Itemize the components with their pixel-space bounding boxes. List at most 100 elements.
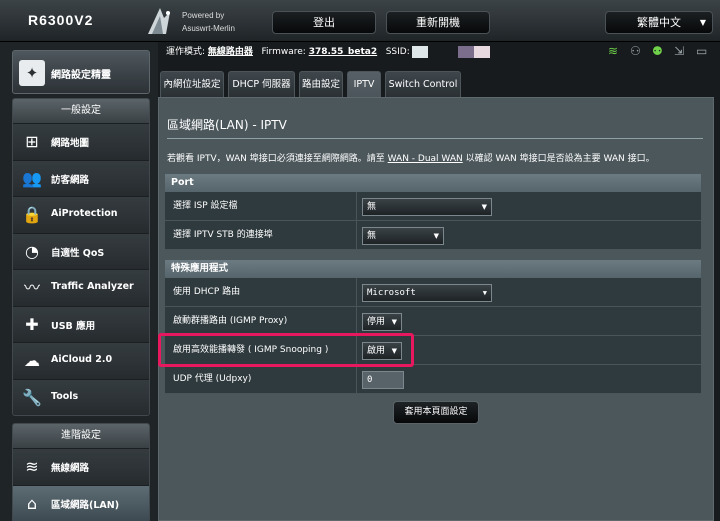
isp-profile-select[interactable]: 無 ▼ [362, 198, 492, 216]
network-map-icon: ⊞ [25, 132, 39, 151]
clients-icon[interactable]: ⚇ [630, 44, 641, 58]
printer-status-icon[interactable]: ▭ [696, 44, 707, 58]
usb-puzzle-icon: ✚ [25, 314, 39, 334]
wrench-icon: 🔧 [22, 387, 42, 407]
sidebar-item-lan[interactable]: ⌂ 區域網路(LAN) [13, 484, 149, 521]
dhcp-routes-label: 使用 DHCP 路由 [165, 278, 357, 306]
page-title: 區域網路(LAN) - IPTV [167, 118, 287, 132]
udpxy-label: UDP 代理 (Udpxy) [165, 365, 357, 393]
select-arrow-icon: ▼ [482, 289, 487, 297]
qos-gauge-icon: ◔ [25, 241, 39, 261]
ssid-label: SSID: [385, 47, 410, 57]
sidebar-item-network-map[interactable]: ⊞ 網路地圖 [13, 123, 149, 160]
special-apps-section-header: 特殊應用程式 [165, 260, 701, 278]
content-panel: 區域網路(LAN) - IPTV 若觀看 IPTV，WAN 埠接口必須連接至網際… [158, 97, 714, 521]
dhcp-routes-row: 使用 DHCP 路由 Microsoft ▼ [165, 278, 701, 307]
desc-suffix: 以確認 WAN 埠接口是否設為主要 WAN 接口。 [465, 154, 655, 164]
stb-port-value: 無 [367, 231, 377, 241]
select-arrow-icon: ▼ [481, 203, 487, 211]
stb-port-row: 選擇 IPTV STB 的連接埠 無 ▼ [165, 221, 701, 250]
sidebar-item-label: 網路地圖 [51, 138, 90, 149]
igmp-proxy-row: 啟動群播路由 (IGMP Proxy) 停用 ▼ [165, 307, 701, 336]
quick-setup-label: 網路設定精靈 [51, 70, 111, 81]
op-mode-label: 運作模式: [166, 47, 206, 57]
chevron-down-icon: ▼ [699, 18, 706, 27]
reboot-button[interactable]: 重新開機 [386, 11, 490, 34]
quick-setup-button[interactable]: ✦ 網路設定精靈 [12, 50, 150, 94]
usb-status-icon[interactable]: ⇲ [674, 44, 684, 58]
apply-button[interactable]: 套用本頁面設定 [393, 401, 479, 424]
dhcp-routes-select[interactable]: Microsoft ▼ [362, 284, 492, 302]
sidebar-item-aiprotection[interactable]: 🔒 AiProtection [13, 196, 149, 233]
sidebar-item-label: AiCloud 2.0 [51, 354, 113, 365]
dual-wan-link[interactable]: WAN - Dual WAN [388, 154, 463, 164]
desc-prefix: 若觀看 IPTV，WAN 埠接口必須連接至網際網路。請至 [167, 154, 385, 164]
advanced-settings-header: 進階設定 [13, 424, 149, 448]
language-label: 繁體中文 [637, 16, 681, 29]
top-bar: R6300V2 Powered by Asuswrt-Merlin 登出 重新開… [0, 0, 720, 42]
sidebar-item-tools[interactable]: 🔧 Tools [13, 378, 149, 415]
firmware-link[interactable]: 378.55_beta2 [309, 47, 377, 57]
status-icons: ≋ ⚇ ⚉ ⇲ ▭ [604, 44, 714, 60]
tab-iptv[interactable]: IPTV [347, 71, 381, 97]
merlin-logo-icon [148, 8, 170, 34]
port-section-header: Port [165, 174, 701, 192]
router-model: R6300V2 [28, 12, 94, 28]
sidebar-item-label: 自適性 QoS [51, 247, 105, 259]
sidebar-item-aicloud[interactable]: ☁ AiCloud 2.0 [13, 342, 149, 379]
general-settings-header: 一般設定 [13, 99, 149, 123]
sidebar-item-traffic-analyzer[interactable]: 〰 Traffic Analyzer [13, 269, 149, 306]
sidebar-item-wireless[interactable]: ≋ 無線網路 [13, 448, 149, 485]
advanced-settings-group: 進階設定 ≋ 無線網路 ⌂ 區域網路(LAN) [12, 423, 150, 521]
isp-profile-row: 選擇 ISP 設定檔 無 ▼ [165, 192, 701, 221]
tab-route[interactable]: 路由設定 [299, 71, 343, 97]
language-select[interactable]: 繁體中文 ▼ [605, 11, 713, 34]
magic-wand-icon: ✦ [19, 60, 45, 86]
wifi-status-icon[interactable]: ≋ [608, 44, 618, 58]
select-arrow-icon: ▼ [433, 232, 439, 240]
status-line: 運作模式: 無線路由器 Firmware: 378.55_beta2 SSID: [166, 44, 490, 58]
igmp-proxy-value: 停用 [367, 317, 386, 327]
sidebar-item-label: 訪客網路 [51, 174, 90, 186]
isp-profile-label: 選擇 ISP 設定檔 [165, 192, 357, 220]
app-status-icon[interactable]: ⚉ [652, 44, 663, 58]
sidebar: ✦ 網路設定精靈 一般設定 ⊞ 網路地圖 👥 訪客網路 🔒 AiProtecti… [0, 42, 158, 521]
sidebar-item-label: Tools [51, 390, 79, 402]
sidebar-item-usb[interactable]: ✚ USB 應用 [13, 305, 149, 342]
tab-dhcp-server[interactable]: DHCP 伺服器 [228, 71, 295, 97]
sidebar-item-label: USB 應用 [51, 320, 96, 332]
home-lan-icon: ⌂ [26, 493, 38, 513]
title-divider [167, 138, 703, 139]
aicloud-icon: ☁ [24, 351, 40, 370]
select-arrow-icon: ▼ [391, 318, 397, 326]
general-settings-group: 一般設定 ⊞ 網路地圖 👥 訪客網路 🔒 AiProtection ◔ 自適性 … [12, 98, 150, 416]
sidebar-item-guest-network[interactable]: 👥 訪客網路 [13, 159, 149, 196]
firmware-brand: Asuswrt-Merlin [182, 24, 235, 33]
udpxy-row: UDP 代理 (Udpxy) 0 [165, 365, 701, 394]
ssid-5g-swatch[interactable] [457, 45, 490, 58]
firmware-label: Firmware: [261, 47, 306, 57]
guest-network-icon: 👥 [22, 168, 42, 188]
tab-switch-control[interactable]: Switch Control [385, 71, 461, 97]
sidebar-item-label: 無線網路 [51, 463, 90, 474]
igmp-snooping-highlight-box [158, 333, 414, 367]
igmp-proxy-select[interactable]: 停用 ▼ [362, 313, 402, 331]
traffic-analyzer-icon: 〰 [23, 278, 40, 297]
op-mode-link[interactable]: 無線路由器 [208, 47, 253, 57]
sidebar-item-qos[interactable]: ◔ 自適性 QoS [13, 232, 149, 269]
powered-by-label: Powered by [182, 11, 225, 20]
tab-lan-ip[interactable]: 內網位址設定 [160, 71, 224, 97]
logout-button[interactable]: 登出 [272, 11, 376, 34]
stb-port-select[interactable]: 無 ▼ [362, 227, 444, 245]
ssid-2g-swatch[interactable] [411, 45, 428, 58]
sidebar-item-label: AiProtection [51, 208, 118, 219]
stb-port-label: 選擇 IPTV STB 的連接埠 [165, 221, 357, 249]
isp-profile-value: 無 [367, 202, 377, 212]
wireless-icon: ≋ [25, 457, 39, 476]
sidebar-item-label: Traffic Analyzer [51, 281, 134, 292]
aiprotection-lock-icon: 🔒 [22, 205, 42, 224]
powered-by: Powered by Asuswrt-Merlin [182, 9, 235, 35]
dhcp-routes-value: Microsoft [367, 288, 416, 298]
udpxy-input[interactable]: 0 [362, 371, 404, 389]
page-description: 若觀看 IPTV，WAN 埠接口必須連接至網際網路。請至 WAN - Dual … [167, 151, 655, 164]
